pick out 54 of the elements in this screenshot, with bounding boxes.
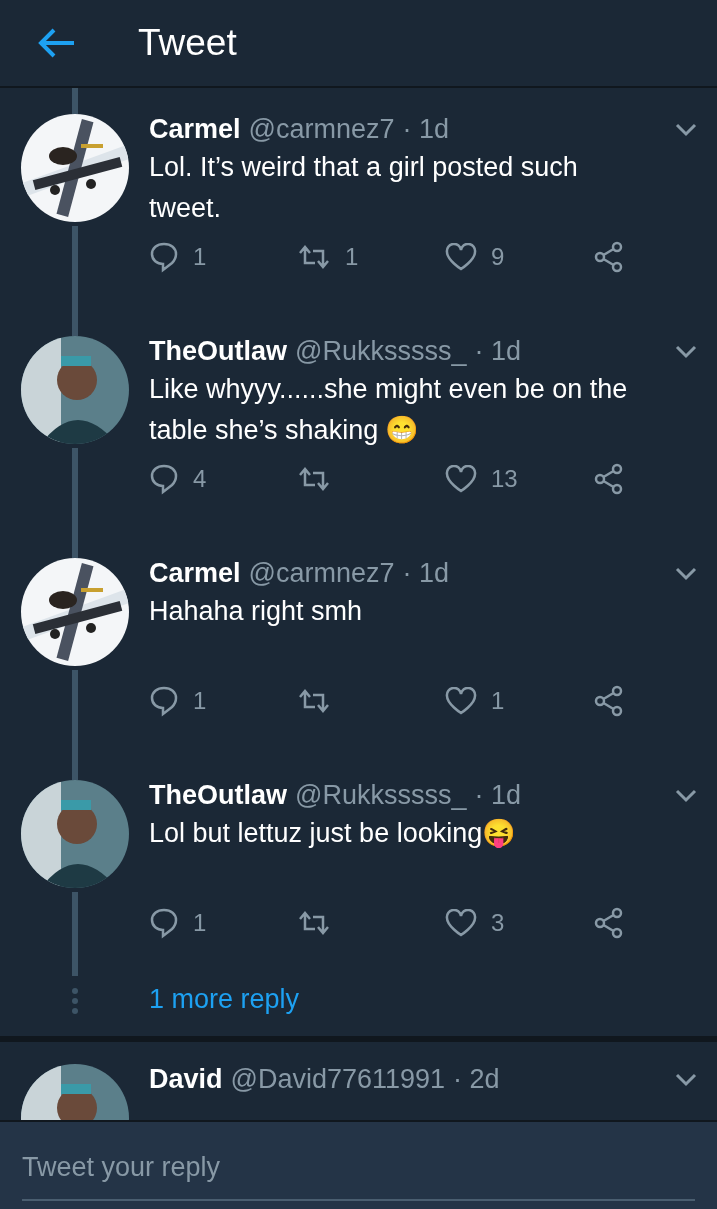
reply-icon[interactable] bbox=[149, 463, 179, 495]
user-name[interactable]: TheOutlaw bbox=[149, 336, 287, 367]
reply-count: 1 bbox=[193, 243, 207, 271]
share-icon[interactable] bbox=[593, 463, 625, 495]
tweet-text: Hahaha right smh bbox=[149, 595, 364, 628]
tweet-text: Lol but lettuz just be looking😝 bbox=[149, 817, 517, 850]
reply-icon[interactable] bbox=[149, 907, 179, 939]
tweet-time: · 1d bbox=[474, 336, 521, 367]
user-name[interactable]: David bbox=[149, 1064, 223, 1095]
share-icon[interactable] bbox=[593, 241, 625, 273]
retweet-icon[interactable] bbox=[297, 466, 331, 492]
like-count: 9 bbox=[491, 243, 505, 271]
user-handle: @carmnez7 bbox=[248, 114, 395, 145]
like-count: 1 bbox=[491, 687, 505, 715]
user-handle: @David77611991 bbox=[230, 1064, 446, 1095]
tweet-text: Lol. It’s weird that a girl posted such tweet. bbox=[149, 151, 579, 225]
user-handle: @Rukksssss_ bbox=[295, 780, 467, 811]
reply-count: 1 bbox=[193, 687, 207, 715]
retweet-icon[interactable] bbox=[297, 244, 331, 270]
chevron-down-icon[interactable] bbox=[675, 566, 697, 581]
more-replies-link[interactable]: 1 more reply bbox=[149, 976, 300, 1036]
reply-field[interactable]: Tweet your reply bbox=[0, 1120, 717, 1209]
reply-icon[interactable] bbox=[149, 685, 179, 717]
user-name[interactable]: Carmel bbox=[149, 114, 241, 145]
chevron-down-icon[interactable] bbox=[675, 1072, 697, 1087]
reply-count: 1 bbox=[193, 909, 207, 937]
user-name[interactable]: Carmel bbox=[149, 558, 241, 589]
like-count: 3 bbox=[491, 909, 505, 937]
retweet-count: 1 bbox=[345, 243, 359, 271]
chevron-down-icon[interactable] bbox=[675, 788, 697, 803]
reply-count: 4 bbox=[193, 465, 207, 493]
more-dots-icon bbox=[71, 988, 78, 1014]
tweet-time: · 1d bbox=[474, 780, 521, 811]
chevron-down-icon[interactable] bbox=[675, 344, 697, 359]
retweet-icon[interactable] bbox=[297, 910, 331, 936]
user-handle: @carmnez7 bbox=[248, 558, 395, 589]
heart-icon[interactable] bbox=[445, 243, 477, 271]
tweet-time: · 2d bbox=[453, 1064, 500, 1095]
reply-icon[interactable] bbox=[149, 241, 179, 273]
share-icon[interactable] bbox=[593, 907, 625, 939]
tweet-time: · 1d bbox=[402, 558, 450, 589]
user-handle: @Rukksssss_ bbox=[295, 336, 467, 367]
back-arrow-icon[interactable] bbox=[36, 27, 76, 59]
tweet-text: Like whyyy......she might even be on the table she’s shaking 😁 bbox=[149, 373, 629, 447]
share-icon[interactable] bbox=[593, 685, 625, 717]
heart-icon[interactable] bbox=[445, 687, 477, 715]
user-name[interactable]: TheOutlaw bbox=[149, 780, 287, 811]
like-count: 13 bbox=[491, 465, 518, 493]
chevron-down-icon[interactable] bbox=[675, 122, 697, 137]
retweet-icon[interactable] bbox=[297, 688, 331, 714]
heart-icon[interactable] bbox=[445, 909, 477, 937]
tweet-time: · 1d bbox=[402, 114, 450, 145]
page-title: Tweet bbox=[138, 22, 237, 64]
heart-icon[interactable] bbox=[445, 465, 477, 493]
